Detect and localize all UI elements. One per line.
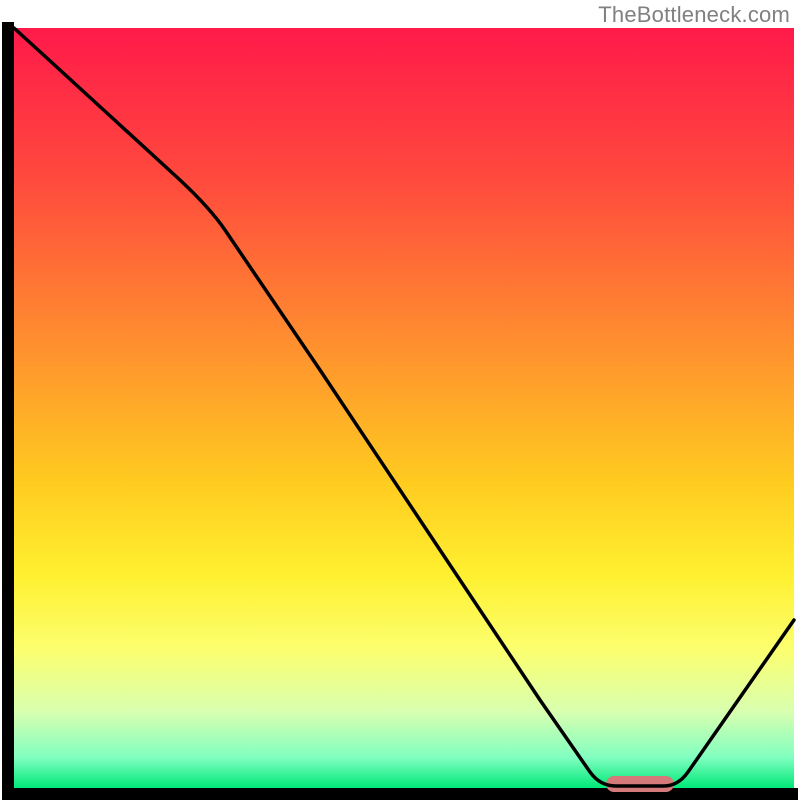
axis-corner: [2, 22, 14, 34]
optimal-range-marker: [606, 776, 674, 792]
y-axis-bar: [2, 22, 14, 794]
bottleneck-chart: [0, 0, 800, 800]
gradient-plot-area: [14, 28, 794, 788]
chart-container: TheBottleneck.com: [0, 0, 800, 800]
watermark-text: TheBottleneck.com: [598, 2, 790, 28]
x-axis-bar: [2, 788, 798, 800]
